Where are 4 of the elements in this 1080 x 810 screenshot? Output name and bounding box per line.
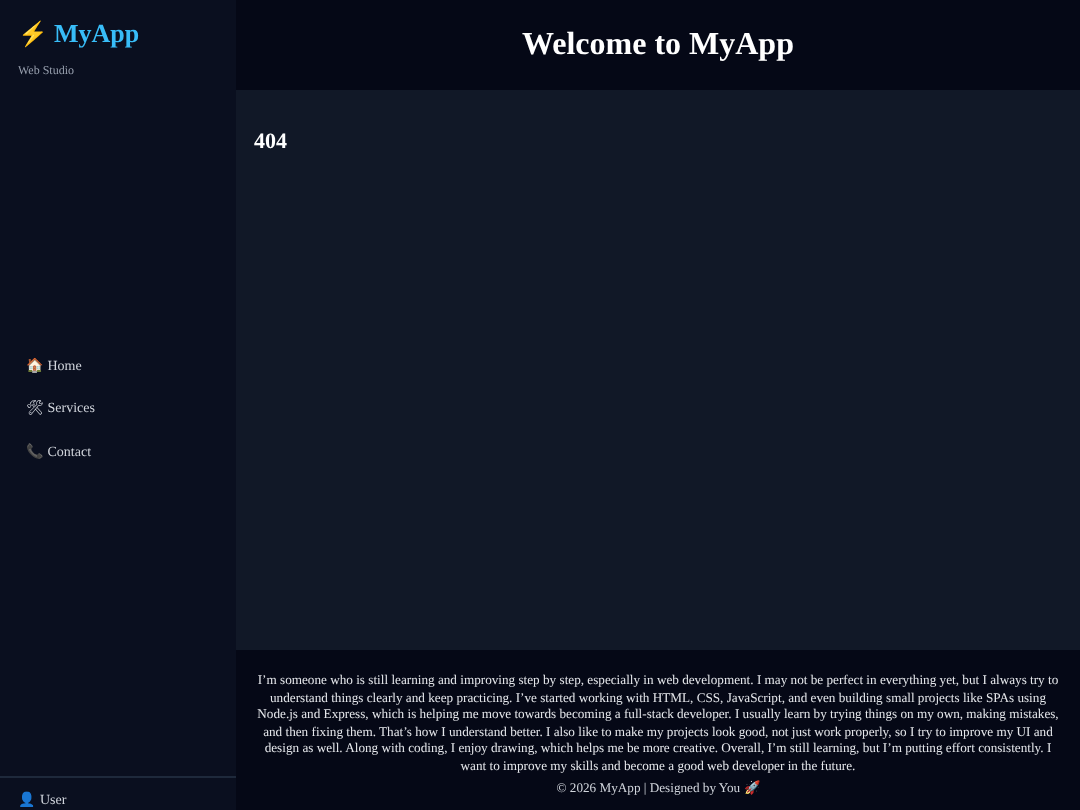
page-title: Welcome to MyApp [522, 25, 794, 65]
lightning-icon: ⚡ [18, 15, 48, 52]
error-heading: 404 [254, 128, 289, 158]
logo-text: MyApp [54, 16, 140, 52]
